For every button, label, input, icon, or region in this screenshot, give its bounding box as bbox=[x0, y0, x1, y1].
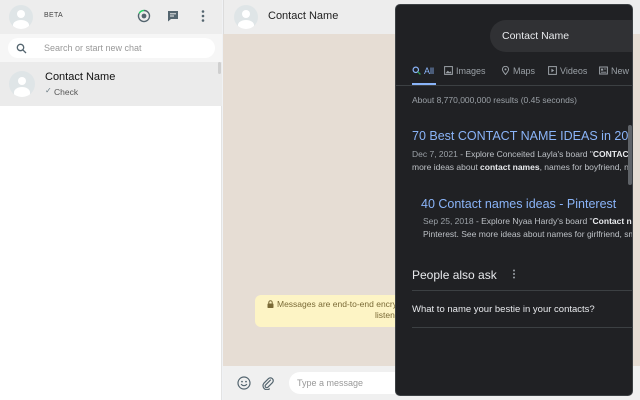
chat-list-sidebar: BETA Contact Nam bbox=[0, 0, 222, 400]
google-search-popup: Contact Name All Images Maps Videos New … bbox=[395, 4, 633, 396]
contact-avatar bbox=[9, 71, 35, 97]
result-date-2: Sep 25, 2018 bbox=[423, 216, 474, 226]
emoji-icon[interactable] bbox=[237, 376, 251, 390]
search-box bbox=[8, 38, 215, 58]
result-snippet-keyword: CONTACT bbox=[592, 149, 633, 159]
menu-icon[interactable] bbox=[196, 9, 210, 23]
chat-list-item[interactable]: Contact Name ✓ Check bbox=[0, 62, 222, 106]
result-snippet-keyword: contact names bbox=[480, 162, 540, 173]
new-chat-icon[interactable] bbox=[166, 9, 180, 23]
tab-videos[interactable]: Videos bbox=[548, 66, 587, 76]
result-snippet-text: Pinterest. See more ideas about names fo… bbox=[423, 229, 633, 240]
search-icon bbox=[412, 66, 421, 75]
result-title-2[interactable]: 40 Contact names ideas - Pinterest bbox=[421, 197, 616, 211]
notice-text-continued: listen bbox=[375, 310, 395, 320]
search-bar bbox=[0, 34, 222, 62]
people-also-ask-heading: People also ask bbox=[412, 268, 497, 282]
tab-images-label: Images bbox=[456, 66, 486, 76]
status-icon[interactable] bbox=[137, 9, 151, 23]
divider bbox=[412, 327, 632, 328]
conversation-avatar[interactable] bbox=[234, 5, 258, 29]
chat-contact-name: Contact Name bbox=[45, 71, 116, 83]
tab-news[interactable]: New bbox=[599, 66, 629, 76]
search-input[interactable] bbox=[44, 40, 209, 56]
attach-icon[interactable] bbox=[261, 376, 275, 390]
conversation-title: Contact Name bbox=[268, 10, 339, 22]
sidebar-header: BETA bbox=[0, 0, 222, 34]
result-snippet-text: - Explore Nyaa Hardy's board " bbox=[473, 216, 593, 226]
more-options-icon[interactable] bbox=[510, 268, 518, 280]
google-search-box[interactable]: Contact Name bbox=[490, 20, 632, 52]
tabs-divider bbox=[396, 85, 632, 86]
result-snippet-1: Dec 7, 2021 - Explore Conceited Layla's … bbox=[412, 148, 633, 174]
tab-maps[interactable]: Maps bbox=[501, 66, 535, 76]
news-icon bbox=[599, 66, 608, 75]
result-snippet-2: Sep 25, 2018 - Explore Nyaa Hardy's boar… bbox=[423, 215, 633, 241]
notice-text: Messages are end-to-end encrypted bbox=[277, 299, 414, 309]
result-stats: About 8,770,000,000 results (0.45 second… bbox=[412, 95, 577, 105]
lock-icon bbox=[267, 300, 274, 308]
chat-last-message: Check bbox=[54, 87, 79, 97]
google-search-query: Contact Name bbox=[502, 30, 570, 42]
image-icon bbox=[444, 66, 453, 75]
tab-news-label: New bbox=[611, 66, 630, 76]
tab-all-label: All bbox=[424, 66, 435, 76]
tab-images[interactable]: Images bbox=[444, 66, 486, 76]
popup-scrollbar[interactable] bbox=[628, 125, 632, 185]
tab-maps-label: Maps bbox=[513, 66, 536, 76]
people-also-ask-question[interactable]: What to name your bestie in your contact… bbox=[412, 304, 595, 315]
result-snippet-text: more ideas about bbox=[412, 162, 481, 173]
search-icon bbox=[16, 43, 27, 54]
result-snippet-keyword: Contact na bbox=[592, 216, 633, 226]
beta-badge: BETA bbox=[44, 12, 63, 19]
sent-tick-icon: ✓ bbox=[45, 86, 52, 95]
result-date-1: Dec 7, 2021 bbox=[412, 149, 458, 159]
result-title-1[interactable]: 70 Best CONTACT NAME IDEAS in 2021 bbox=[412, 129, 632, 143]
tab-all[interactable]: All bbox=[412, 66, 434, 76]
profile-avatar[interactable] bbox=[9, 5, 33, 29]
play-icon bbox=[548, 66, 557, 75]
divider bbox=[412, 290, 632, 291]
result-snippet-text: - Explore Conceited Layla's board " bbox=[457, 149, 593, 159]
result-snippet-text: , names for boyfriend, nic bbox=[539, 162, 633, 173]
pin-icon bbox=[501, 66, 510, 75]
sidebar-scrollbar[interactable] bbox=[218, 62, 221, 74]
tab-videos-label: Videos bbox=[560, 66, 588, 76]
